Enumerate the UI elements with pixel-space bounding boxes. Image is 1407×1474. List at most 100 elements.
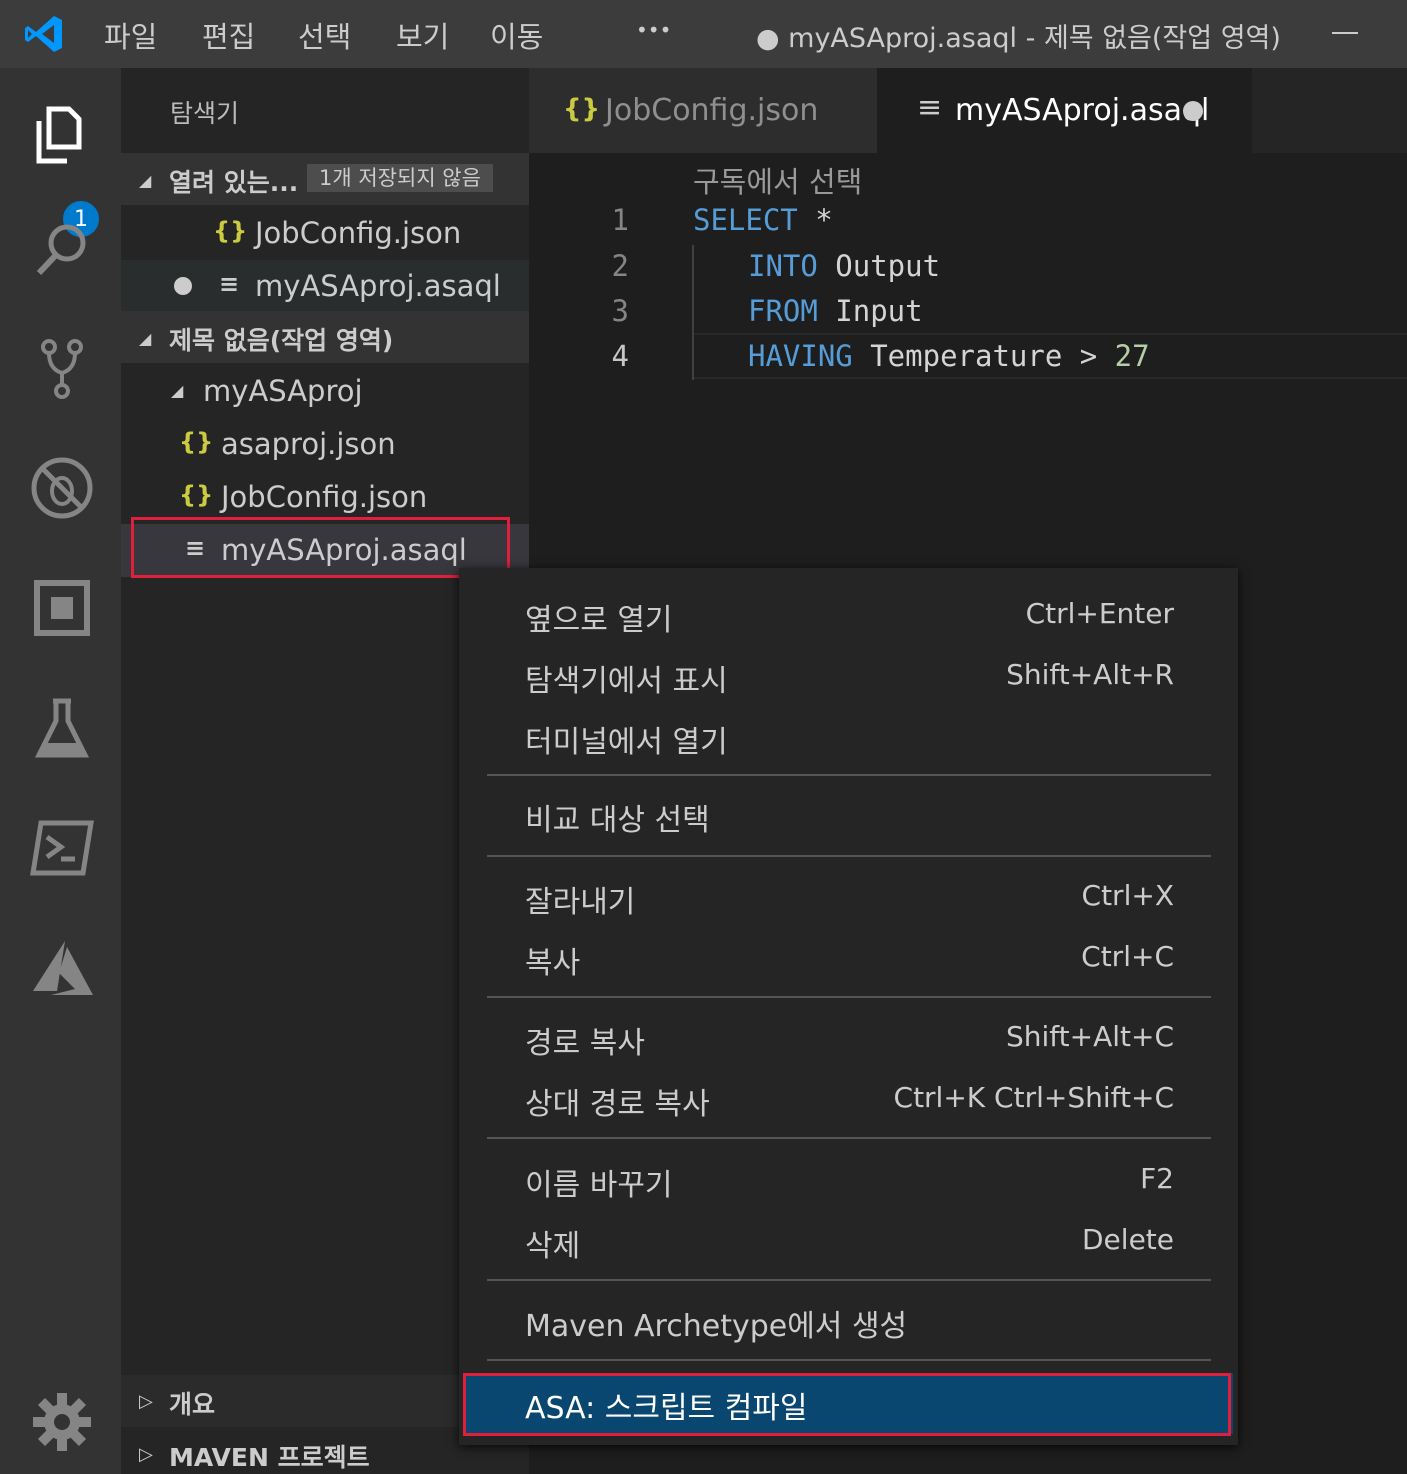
file-lines-icon: ≡ [219, 270, 240, 298]
json-icon: {} [179, 428, 214, 456]
menu-item-label: 탐색기에서 표시 [525, 664, 728, 699]
workspace-label: 제목 없음(작업 영역) [169, 326, 394, 355]
line-number: 1 [611, 203, 629, 237]
menu-file[interactable]: 파일 [104, 14, 157, 56]
chevron-right-icon: ▷ [139, 1391, 153, 1412]
extensions-icon[interactable] [22, 568, 102, 648]
file-lines-icon: ≡ [917, 90, 943, 125]
outline-label: 개요 [169, 1390, 216, 1419]
unsaved-badge: 1개 저장되지 않음 [307, 164, 493, 192]
azure-icon[interactable] [22, 928, 102, 1008]
open-editors-header[interactable]: ◢ 열려 있는... 1개 저장되지 않음 [121, 153, 529, 205]
window-title: ● myASAproj.asaql - 제목 없음(작업 영역) [756, 23, 1281, 54]
menu-item-label: 삭제 [525, 1229, 581, 1264]
compile-menu-highlight [463, 1373, 1231, 1436]
context-menu: 옆으로 열기 Ctrl+Enter 탐색기에서 표시 Shift+Alt+R 터미널… [459, 568, 1238, 1445]
vscode-logo-icon [25, 16, 62, 52]
open-editor-item-asaql[interactable]: ≡ myASAproj.asaql [121, 260, 529, 313]
menu-item-shortcut: Shift+Alt+C [1005, 1020, 1174, 1053]
file-selection-highlight [131, 517, 510, 578]
terminal-icon[interactable] [22, 808, 102, 888]
menu-separator [487, 1359, 1211, 1361]
activity-bar: 1 [0, 68, 121, 1474]
menu-view[interactable]: 보기 [396, 14, 449, 56]
json-icon: {} [213, 217, 248, 245]
menu-item-maven-archetype[interactable]: Maven Archetype에서 생성 [459, 1291, 1238, 1352]
unsaved-dot-icon [174, 277, 192, 295]
menu-item-shortcut: Ctrl+Enter [1025, 597, 1174, 630]
open-editor-item-jobconfig[interactable]: {} JobConfig.json [121, 207, 529, 260]
editor-tabs: {} JobConfig.json ≡ myASAproj.asaql [529, 68, 1407, 153]
sidebar-title: 탐색기 [170, 99, 240, 128]
title-bar: 파일 편집 선택 보기 이동 ••• ● myASAproj.asaql - 제… [0, 0, 1407, 68]
folder-myasaproj[interactable]: ◢ myASAproj [121, 365, 529, 418]
menu-item-copy-path[interactable]: 경로 복사 Shift+Alt+C [459, 1008, 1238, 1069]
maven-label: MAVEN 프로젝트 [169, 1443, 370, 1472]
code-keyword: FROM [748, 294, 818, 328]
menu-item-label: 이름 바꾸기 [525, 1168, 673, 1203]
menu-more[interactable]: ••• [636, 18, 671, 42]
open-editor-label: JobConfig.json [255, 216, 462, 250]
files-icon[interactable] [22, 96, 102, 176]
menu-separator [487, 996, 1211, 998]
code-keyword: SELECT [693, 203, 798, 237]
file-asaproj-json[interactable]: {} asaproj.json [121, 418, 529, 471]
line-number: 3 [611, 294, 629, 328]
gear-icon[interactable] [22, 1382, 102, 1462]
menu-item-copy-relative-path[interactable]: 상대 경로 복사 Ctrl+K Ctrl+Shift+C [459, 1069, 1238, 1130]
menu-item-shortcut: F2 [1140, 1162, 1174, 1195]
menu-item-select-for-compare[interactable]: 비교 대상 선택 [459, 785, 1238, 846]
unsaved-dot-icon[interactable] [1183, 101, 1203, 121]
menu-go[interactable]: 이동 [490, 14, 543, 56]
code-text: Input [817, 294, 923, 328]
code-text: Temperature > [852, 339, 1115, 373]
menu-item-copy[interactable]: 복사 Ctrl+C [459, 928, 1238, 989]
menu-selection[interactable]: 선택 [298, 14, 351, 56]
menu-item-delete[interactable]: 삭제 Delete [459, 1211, 1238, 1272]
menu-item-label: Maven Archetype에서 생성 [525, 1309, 908, 1344]
menu-item-shortcut: Ctrl+X [1081, 879, 1174, 912]
menu-item-label: 옆으로 열기 [525, 603, 673, 638]
flask-icon[interactable] [22, 688, 102, 768]
menu-item-label: 경로 복사 [525, 1026, 645, 1061]
chevron-right-icon: ▷ [139, 1444, 153, 1465]
menu-item-open-to-side[interactable]: 옆으로 열기 Ctrl+Enter [459, 585, 1238, 646]
menu-separator [487, 1137, 1211, 1139]
tab-label: JobConfig.json [605, 93, 819, 128]
code-keyword: INTO [748, 249, 818, 283]
file-label: asaproj.json [221, 427, 396, 461]
code-line: SELECT * [693, 203, 833, 237]
workspace-header[interactable]: ◢ 제목 없음(작업 영역) [121, 311, 529, 363]
menu-item-rename[interactable]: 이름 바꾸기 F2 [459, 1150, 1238, 1211]
menu-item-shortcut: Delete [1082, 1223, 1174, 1256]
tab-label: myASAproj.asaql [955, 93, 1210, 128]
menu-separator [487, 855, 1211, 857]
menu-item-label: 터미널에서 열기 [525, 725, 728, 760]
menu-item-cut[interactable]: 잘라내기 Ctrl+X [459, 867, 1238, 928]
menu-edit[interactable]: 편집 [202, 14, 255, 56]
folder-label: myASAproj [203, 374, 363, 408]
menu-separator [487, 774, 1211, 776]
menu-item-shortcut: Ctrl+K Ctrl+Shift+C [893, 1081, 1174, 1114]
line-number: 2 [611, 249, 629, 283]
menu-item-reveal-in-explorer[interactable]: 탐색기에서 표시 Shift+Alt+R [459, 646, 1238, 707]
file-label: JobConfig.json [221, 480, 428, 514]
open-editors-label: 열려 있는... [169, 168, 299, 197]
source-control-icon[interactable] [22, 328, 102, 408]
search-icon[interactable] [22, 210, 102, 290]
codelens-select-subscription[interactable]: 구독에서 선택 [693, 159, 862, 201]
chevron-down-icon: ◢ [139, 171, 152, 190]
chevron-down-icon: ◢ [171, 381, 184, 400]
no-debug-icon[interactable] [22, 448, 102, 528]
menu-item-open-in-terminal[interactable]: 터미널에서 열기 [459, 707, 1238, 768]
tab-jobconfig[interactable]: {} JobConfig.json [529, 68, 877, 153]
minimize-button[interactable] [1332, 32, 1358, 34]
indent-guide [692, 245, 694, 380]
code-line: HAVING Temperature > 27 [748, 339, 1150, 373]
code-line: FROM Input [748, 294, 923, 328]
code-keyword: HAVING [748, 339, 853, 373]
menu-item-shortcut: Shift+Alt+R [1006, 658, 1174, 691]
menu-item-label: 복사 [525, 946, 581, 981]
code-number: 27 [1114, 339, 1150, 373]
tab-myasaproj-asaql[interactable]: ≡ myASAproj.asaql [877, 68, 1252, 153]
